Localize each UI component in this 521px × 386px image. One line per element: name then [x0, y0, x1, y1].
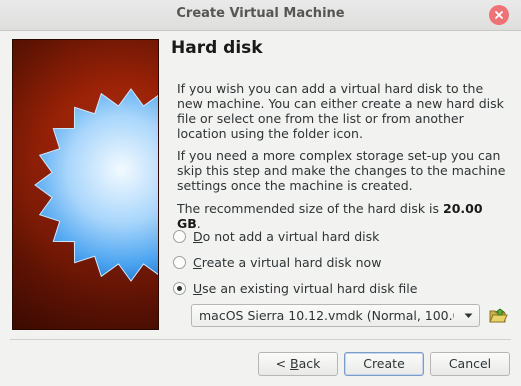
create-vm-dialog: Create Virtual Machine Hard disk If you … [0, 0, 521, 386]
radio-indicator[interactable] [173, 281, 186, 295]
storage-hint-text: If you need a more complex storage set-u… [177, 148, 506, 193]
recommended-size-prefix: The recommended size of the hard disk is [177, 201, 444, 216]
disk-file-select[interactable]: macOS Sierra 10.12.vmdk (Normal, 100.00 [191, 304, 480, 327]
radio-create-disk-label: Create a virtual hard disk now [193, 255, 381, 270]
close-icon [495, 11, 503, 19]
intro-text: If you wish you can add a virtual hard d… [177, 81, 504, 141]
chevron-down-icon [464, 313, 473, 318]
folder-open-icon [489, 308, 508, 323]
window-title: Create Virtual Machine [176, 6, 345, 21]
radio-indicator[interactable] [173, 255, 186, 269]
radio-no-disk-label: Do not add a virtual hard disk [193, 229, 379, 244]
label-rest: reate a virtual hard disk now [201, 254, 382, 270]
disk-file-select-value: macOS Sierra 10.12.vmdk (Normal, 100.00 [199, 308, 454, 323]
close-button[interactable] [489, 5, 509, 25]
back-rest: ack [298, 356, 321, 371]
label-rest: o not add a virtual hard disk [202, 228, 380, 244]
radio-existing-disk-label: Use an existing virtual hard disk file [193, 281, 417, 296]
mnemonic: C [193, 254, 202, 270]
wizard-banner-image [12, 39, 159, 330]
back-button[interactable]: < Back [258, 352, 338, 376]
radio-create-disk[interactable]: Create a virtual hard disk now [173, 253, 381, 271]
button-separator [10, 339, 511, 340]
back-mnemonic: B [290, 356, 299, 371]
radio-existing-disk[interactable]: Use an existing virtual hard disk file [173, 279, 417, 297]
title-bar[interactable]: Create Virtual Machine [0, 0, 521, 31]
mnemonic: U [193, 280, 203, 296]
radio-indicator[interactable] [173, 229, 186, 243]
choose-disk-file-button[interactable] [487, 305, 509, 327]
cancel-button[interactable]: Cancel [430, 352, 510, 376]
radio-no-disk[interactable]: Do not add a virtual hard disk [173, 227, 379, 245]
page-heading: Hard disk [171, 38, 263, 58]
label-rest: se an existing virtual hard disk file [202, 280, 418, 296]
back-prefix: < [275, 356, 291, 371]
mnemonic: D [193, 228, 203, 244]
starburst-badge-icon [30, 88, 158, 288]
create-button[interactable]: Create [344, 352, 424, 376]
